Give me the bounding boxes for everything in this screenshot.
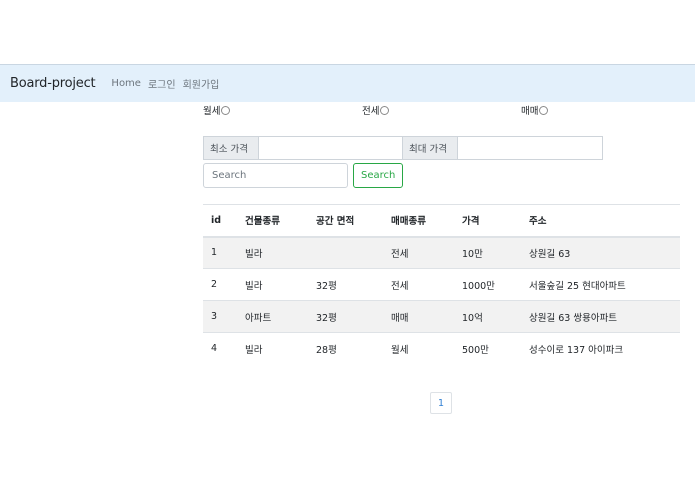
- table-row: 3 아파트 32평 매매 10억 상원길 63 쌍용아파트: [203, 300, 680, 333]
- header-deal-type: 매매종류: [383, 204, 454, 238]
- header-address: 주소: [521, 204, 680, 238]
- cell-building-link[interactable]: 빌라: [237, 333, 308, 365]
- cell-address: 상원길 63: [529, 248, 571, 260]
- listing-table: id 건물종류 공간 면적 매매종류 가격 주소 1 빌라 전세 10만 상원길…: [203, 204, 680, 365]
- cell-address: 성수이로 137 아이파크: [529, 344, 624, 356]
- header-id: id: [203, 204, 237, 238]
- radio-label: 월세: [203, 106, 221, 117]
- cell-price: 500만: [462, 344, 489, 356]
- header-building-type: 건물종류: [237, 204, 308, 238]
- cell-id: 3: [211, 311, 218, 322]
- nav-link-home[interactable]: Home: [111, 78, 141, 89]
- search-form: Search Search: [203, 163, 404, 188]
- nav-link-signup[interactable]: 회원가입: [183, 76, 220, 91]
- deal-type-radio-group: 월세 전세 매매: [203, 103, 683, 117]
- cell-price: 10억: [462, 312, 483, 324]
- cell-deal-type: 전세: [391, 248, 409, 260]
- radio-monthly-rent[interactable]: 월세: [203, 103, 231, 117]
- cell-area: 32평: [316, 312, 337, 324]
- max-price-input[interactable]: [458, 136, 603, 160]
- cell-building-link[interactable]: 빌라: [237, 269, 308, 301]
- max-price-label: 최대 가격: [403, 136, 458, 160]
- header-price: 가격: [454, 204, 521, 238]
- header-area: 공간 면적: [308, 204, 383, 238]
- cell-building-link[interactable]: 아파트: [237, 301, 308, 333]
- cell-deal-type: 전세: [391, 280, 409, 292]
- search-input[interactable]: Search: [203, 163, 348, 188]
- cell-area: [308, 237, 383, 269]
- cell-address: 상원길 63 쌍용아파트: [529, 312, 618, 324]
- radio-circle-icon[interactable]: [380, 105, 390, 115]
- cell-area: 28평: [316, 344, 337, 356]
- navbar: Board-project Home 로그인 회원가입: [0, 64, 695, 102]
- search-button[interactable]: Search: [353, 163, 404, 188]
- cell-price: 1000만: [462, 280, 495, 292]
- table-header-row: id 건물종류 공간 면적 매매종류 가격 주소: [203, 204, 680, 238]
- page-button[interactable]: 1: [430, 392, 452, 414]
- nav-link-login[interactable]: 로그인: [148, 76, 176, 91]
- radio-circle-icon[interactable]: [221, 105, 231, 115]
- cell-deal-type: 매매: [391, 312, 409, 324]
- cell-id: 2: [211, 279, 218, 290]
- pagination: 1: [430, 392, 452, 414]
- cell-address: 서울숲길 25 현대아파트: [529, 280, 626, 292]
- cell-building-link[interactable]: 빌라: [237, 237, 308, 269]
- cell-deal-type: 월세: [391, 344, 409, 356]
- table-row: 4 빌라 28평 월세 500만 성수이로 137 아이파크: [203, 332, 680, 365]
- radio-label: 전세: [362, 106, 380, 117]
- table-row: 2 빌라 32평 전세 1000만 서울숲길 25 현대아파트: [203, 268, 680, 301]
- radio-circle-icon[interactable]: [539, 105, 549, 115]
- price-range-group: 최소 가격 최대 가격: [203, 136, 603, 160]
- table-row: 1 빌라 전세 10만 상원길 63: [203, 236, 680, 269]
- navbar-brand[interactable]: Board-project: [10, 76, 96, 91]
- radio-sale[interactable]: 매매: [521, 103, 549, 117]
- min-price-label: 최소 가격: [203, 136, 259, 160]
- cell-area: 32평: [316, 280, 337, 292]
- min-price-input[interactable]: [259, 136, 403, 160]
- radio-label: 매매: [521, 106, 539, 117]
- cell-price: 10만: [462, 248, 483, 260]
- radio-jeonse[interactable]: 전세: [362, 103, 390, 117]
- cell-id: 1: [211, 247, 218, 259]
- cell-id: 4: [211, 343, 218, 355]
